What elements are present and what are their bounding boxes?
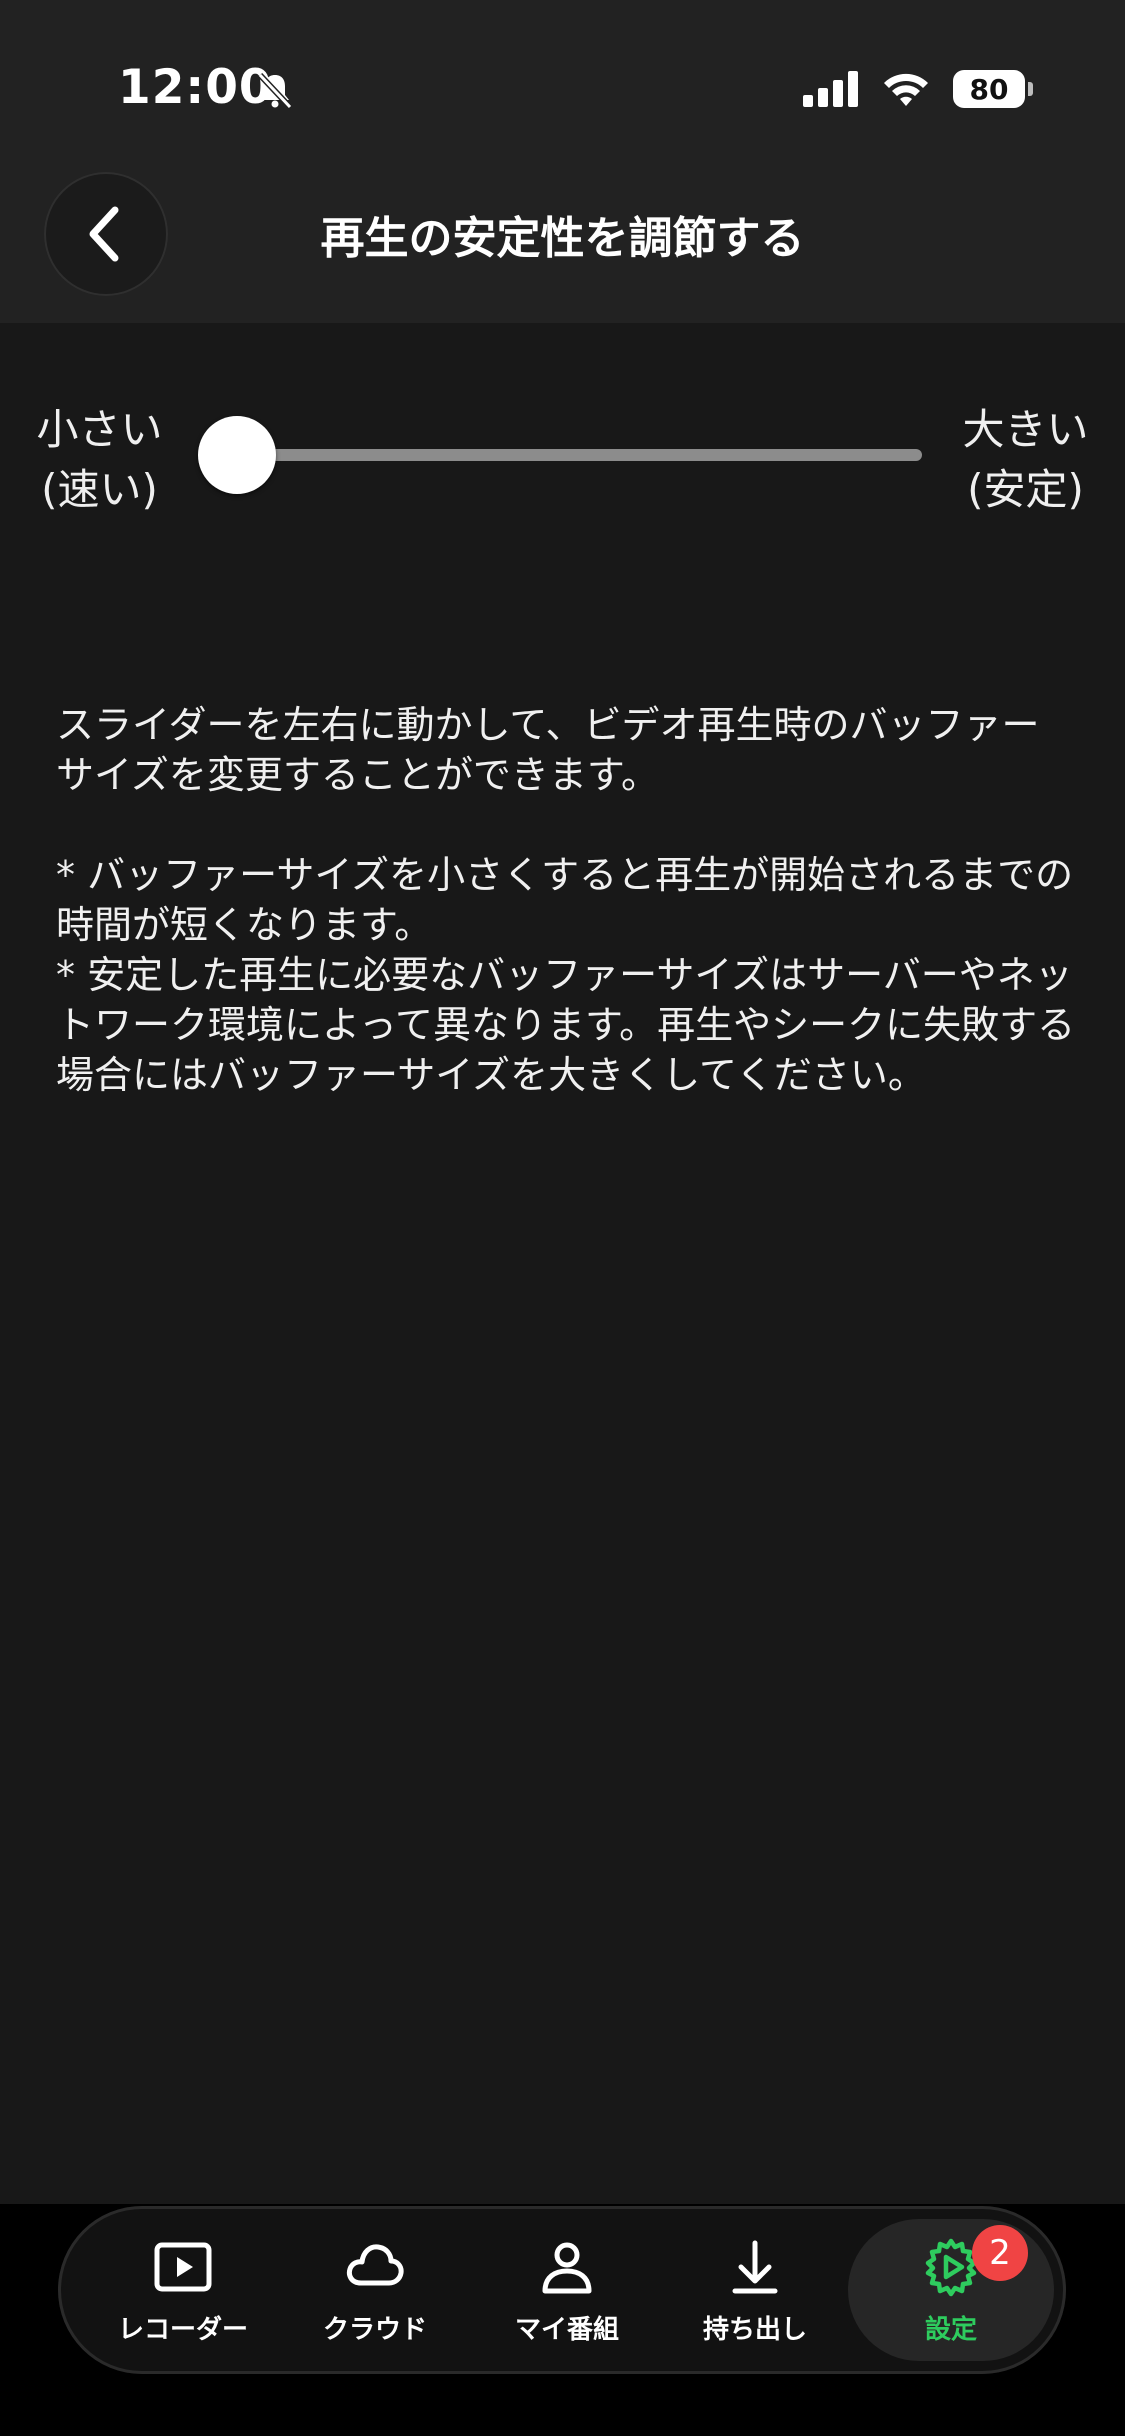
status-time: 12:00 bbox=[118, 60, 273, 115]
slider-thumb[interactable] bbox=[198, 416, 276, 494]
buffer-size-slider-row: 小さい (速い) 大きい (安定) bbox=[0, 390, 1125, 540]
cloud-icon bbox=[346, 2243, 404, 2285]
person-icon bbox=[542, 2242, 592, 2293]
page-title: 再生の安定性を調節する bbox=[320, 213, 805, 264]
battery-indicator: 80 bbox=[953, 70, 1033, 108]
tab-recorder[interactable]: レコーダー bbox=[88, 2206, 278, 2374]
slider-min-label: 小さい (速い) bbox=[36, 405, 163, 514]
slider-max-label: 大きい (安定) bbox=[962, 405, 1089, 514]
slider-track[interactable] bbox=[232, 449, 922, 461]
tab-label: 設定 bbox=[924, 2314, 977, 2345]
bell-off-icon bbox=[257, 72, 293, 110]
description-paragraph: スライダーを左右に動かして、ビデオ再生時のバッファーサイズを変更することができま… bbox=[56, 703, 1040, 797]
status-indicators: 80 bbox=[803, 64, 1033, 114]
wifi-icon bbox=[884, 73, 928, 106]
play-square-icon bbox=[154, 2242, 212, 2291]
cellular-signal-icon bbox=[803, 71, 858, 107]
notification-badge: 2 bbox=[972, 2225, 1028, 2281]
tab-label: 持ち出し bbox=[702, 2314, 807, 2345]
tab-download[interactable]: 持ち出し bbox=[660, 2206, 850, 2374]
description-note-1: * バッファーサイズを小さくすると再生が開始されるまでの時間が短くなります。 bbox=[56, 853, 1074, 947]
top-bar: 12:00 80 再生の安定性を調節する bbox=[0, 0, 1125, 323]
tab-label: クラウド bbox=[322, 2314, 427, 2345]
tab-settings[interactable]: 設定 2 bbox=[848, 2219, 1054, 2361]
description: スライダーを左右に動かして、ビデオ再生時のバッファーサイズを変更することができま… bbox=[56, 700, 1076, 1100]
tab-label: マイ番組 bbox=[514, 2314, 619, 2345]
download-icon bbox=[732, 2240, 778, 2293]
tab-label: レコーダー bbox=[117, 2314, 248, 2345]
tab-my-programs[interactable]: マイ番組 bbox=[472, 2206, 662, 2374]
tab-cloud[interactable]: クラウド bbox=[280, 2206, 470, 2374]
tab-bar: レコーダー クラウド マイ番組 持ち出し 設定 2 bbox=[58, 2206, 1066, 2374]
screen: 12:00 80 再生の安定性を調節する 小さい (速い) 大きい (安定) ス… bbox=[0, 0, 1125, 2436]
battery-level: 80 bbox=[969, 72, 1009, 106]
description-note-2: * 安定した再生に必要なバッファーサイズはサーバーやネットワーク環境によって異な… bbox=[56, 953, 1076, 1097]
